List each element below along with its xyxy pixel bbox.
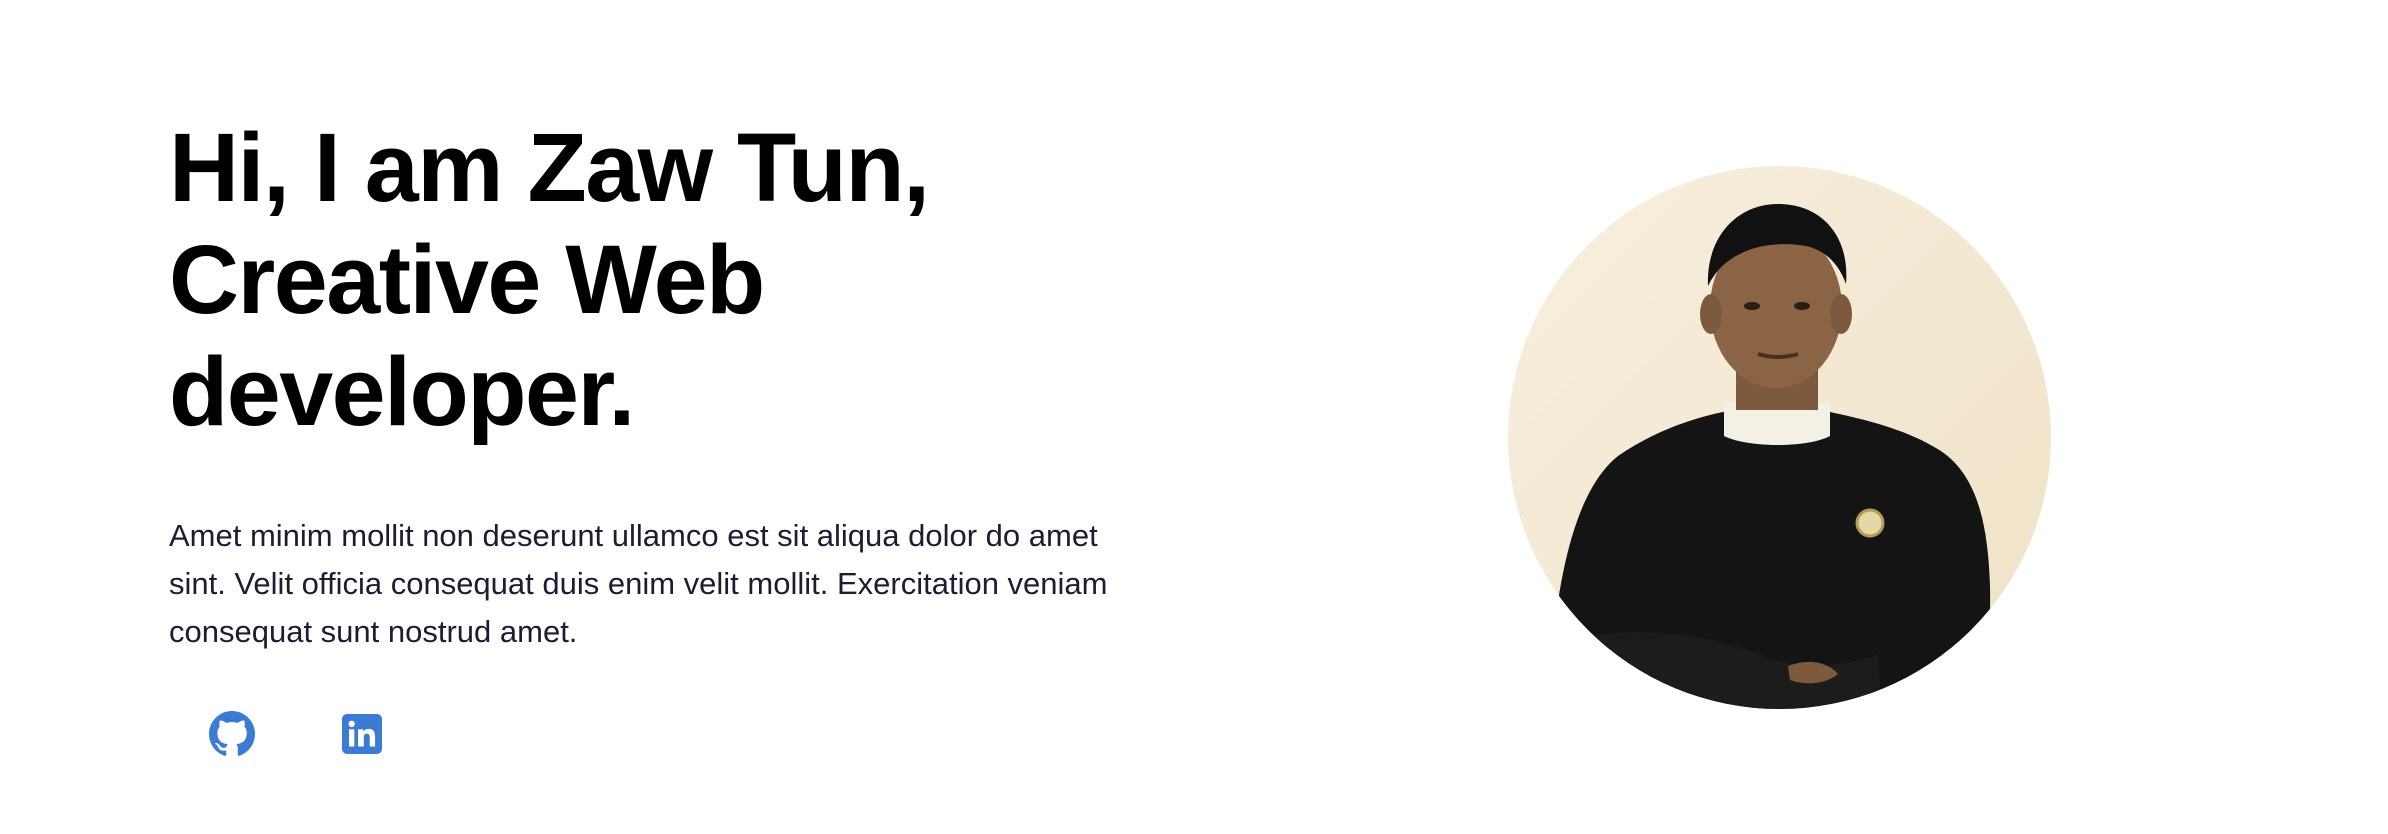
intro-paragraph: Amet minim mollit non deserunt ullamco e… (169, 512, 1199, 656)
headline-line: Hi, I am Zaw Tun, (169, 113, 930, 222)
ear (1700, 294, 1722, 334)
eye (1794, 302, 1810, 310)
eye (1744, 302, 1760, 310)
badge-icon (1855, 508, 1885, 538)
headline-line: developer. (169, 337, 635, 446)
hero-headline: Hi, I am Zaw Tun, Creative Web developer… (169, 112, 1069, 448)
github-icon (209, 711, 255, 756)
ear (1830, 294, 1852, 334)
headline-line: Creative Web (169, 225, 765, 334)
intro-line: consequat sunt nostrud amet. (169, 614, 578, 649)
portrait-illustration (1508, 166, 2051, 709)
intro-line: sint. Velit officia consequat duis enim … (169, 566, 1108, 601)
hero-section: Hi, I am Zaw Tun, Creative Web developer… (0, 0, 2388, 834)
linkedin-icon (342, 714, 382, 754)
linkedin-link[interactable] (342, 714, 382, 754)
github-link[interactable] (209, 711, 255, 757)
profile-photo (1508, 166, 2051, 709)
intro-line: Amet minim mollit non deserunt ullamco e… (169, 518, 1098, 553)
